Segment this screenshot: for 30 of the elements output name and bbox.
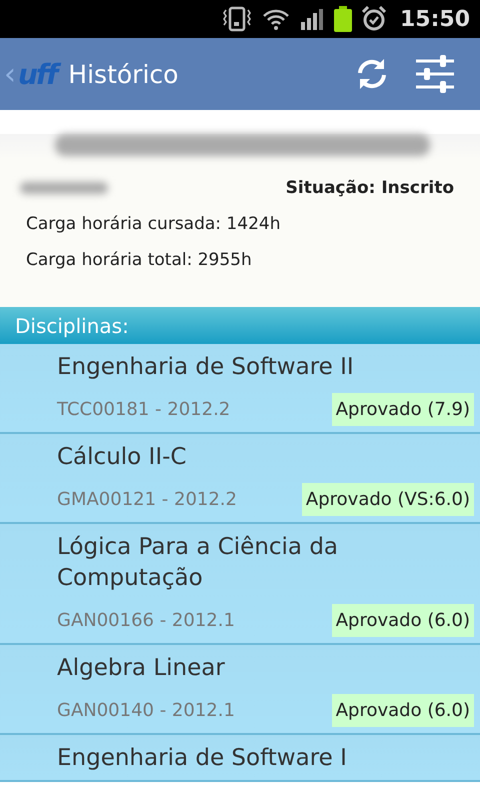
course-name: Cálculo II-C — [57, 443, 188, 472]
result-badge: Aprovado (6.0) — [332, 694, 474, 727]
section-title: Disciplinas: — [14, 314, 129, 338]
course-item[interactable]: Engenharia de Software II TCC00181 - 2012.2 Aprovado (7.9) — [0, 344, 480, 434]
course-name: Engenharia de Software I — [57, 744, 348, 773]
course-code: GAN00140 - 2012.1 — [57, 700, 235, 721]
course-item[interactable]: Algebra Linear GAN00140 - 2012.1 Aprovado (6.0) — [0, 645, 480, 735]
course-item[interactable]: Lógica Para a Ciência da Computação GAN00166 - 2012.1 Aprovado (6.0) — [0, 524, 480, 645]
course-code: GMA00121 - 2012.2 — [57, 489, 237, 510]
enrollment-status: Situação: Inscrito — [286, 178, 454, 198]
clock-time: 15:50 — [400, 6, 470, 32]
result-badge: Aprovado (7.9) — [332, 393, 474, 426]
wifi-icon — [262, 8, 290, 30]
alarm-icon — [362, 6, 386, 32]
course-code: GAN00166 - 2012.1 — [57, 610, 235, 631]
result-badge: Aprovado (6.0) — [332, 604, 474, 637]
settings-sliders-icon[interactable] — [416, 55, 454, 93]
vibrate-icon — [222, 6, 252, 32]
course-name: Algebra Linear — [57, 654, 226, 683]
hours-taken: Carga horária cursada: 1424h — [25, 214, 282, 234]
course-code: TCC00181 - 2012.2 — [57, 399, 230, 420]
course-item[interactable]: Engenharia de Software I — [0, 735, 480, 782]
battery-icon — [334, 6, 352, 32]
screen-title: Histórico — [68, 60, 180, 88]
course-item[interactable]: Cálculo II-C GMA00121 - 2012.2 Aprovado (VS:6.0) — [0, 434, 480, 524]
hours-total: Carga horária total: 2955h — [25, 250, 253, 270]
result-badge: Aprovado (VS:6.0) — [302, 483, 474, 516]
signal-icon — [300, 8, 324, 30]
course-name: Engenharia de Software II — [57, 353, 355, 382]
course-name: Lógica Para a Ciência da Computação — [57, 533, 340, 593]
